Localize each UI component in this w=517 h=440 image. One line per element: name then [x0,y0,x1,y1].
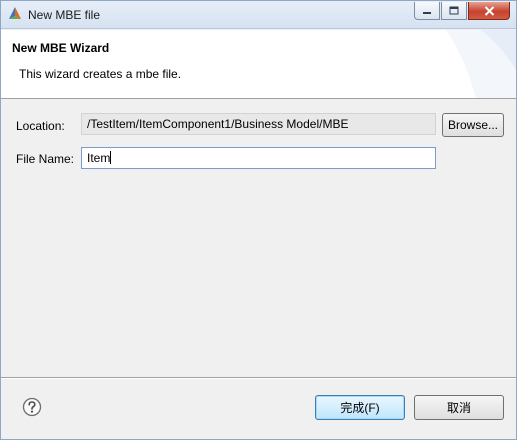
close-button[interactable] [468,2,510,20]
file-name-input[interactable]: Item [81,147,436,169]
browse-button[interactable]: Browse... [442,113,504,137]
wizard-banner: New MBE Wizard This wizard creates a mbe… [1,30,516,99]
eclipse-app-icon [9,7,21,19]
minimize-icon [423,11,431,14]
help-icon[interactable] [22,397,42,417]
new-mbe-file-dialog: New MBE file New MBE Wizard This wizard … [0,0,517,440]
text-caret [110,151,112,164]
finish-button[interactable]: 完成(F) [315,395,405,420]
cancel-button[interactable]: 取消 [414,395,504,420]
close-icon [484,5,494,16]
window-controls [413,2,510,20]
window-title: New MBE file [28,8,101,22]
file-name-value: Item [87,151,111,165]
location-field: /TestItem/ItemComponent1/Business Model/… [81,113,436,135]
wizard-description: This wizard creates a mbe file. [19,67,182,81]
wizard-title: New MBE Wizard [12,41,110,55]
maximize-button[interactable] [441,2,467,20]
file-name-label: File Name: [16,152,75,166]
maximize-icon [449,6,459,15]
banner-decoration [446,30,516,98]
footer-divider [1,377,516,379]
title-bar[interactable]: New MBE file [1,1,516,29]
minimize-button[interactable] [414,2,440,20]
location-label: Location: [16,119,65,133]
